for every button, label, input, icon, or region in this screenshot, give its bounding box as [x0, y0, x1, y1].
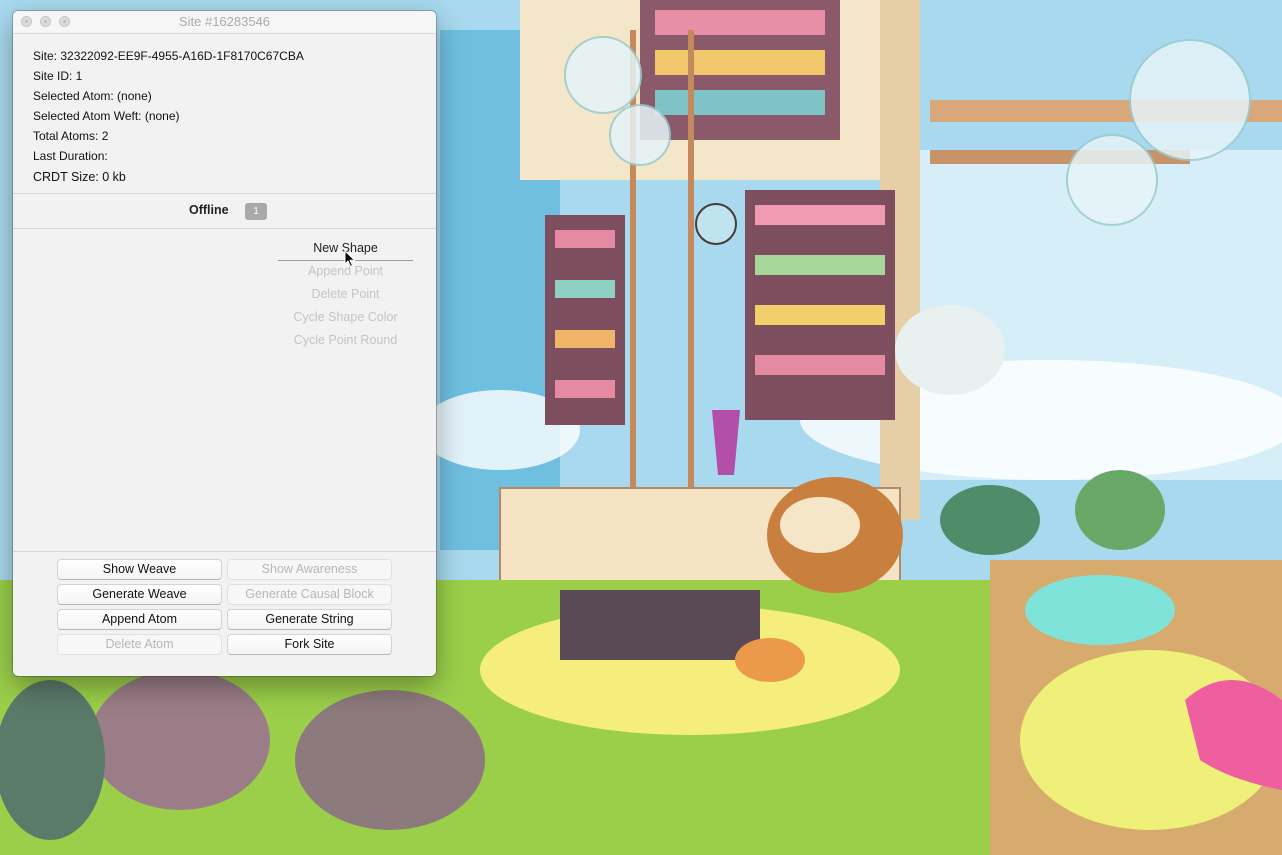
- drawing-canvas[interactable]: New Shape Append Point Delete Point Cycl…: [13, 229, 436, 544]
- last-duration-label: Last Duration:: [33, 149, 108, 163]
- fork-site-button[interactable]: Fork Site: [227, 634, 392, 655]
- generate-causal-block-button[interactable]: Generate Causal Block: [227, 584, 392, 605]
- site-window: Site #16283546 Site: 32322092-EE9F-4955-…: [13, 11, 436, 676]
- append-atom-button[interactable]: Append Atom: [57, 609, 222, 630]
- close-icon[interactable]: [21, 16, 32, 27]
- cycle-point-round-button[interactable]: Cycle Point Round: [278, 330, 413, 353]
- site-id-label: Site ID: 1: [33, 69, 83, 83]
- generate-string-button[interactable]: Generate String: [227, 609, 392, 630]
- title-bar[interactable]: Site #16283546: [13, 11, 436, 34]
- show-awareness-button[interactable]: Show Awareness: [227, 559, 392, 580]
- show-weave-button[interactable]: Show Weave: [57, 559, 222, 580]
- generate-weave-button[interactable]: Generate Weave: [57, 584, 222, 605]
- divider: [13, 551, 436, 552]
- zoom-icon[interactable]: [59, 16, 70, 27]
- arrow-cursor-icon: [344, 250, 356, 268]
- total-atoms-label: Total Atoms: 2: [33, 129, 109, 143]
- delete-atom-button[interactable]: Delete Atom: [57, 634, 222, 655]
- connection-status-row: Offline 1: [13, 194, 436, 228]
- minimize-icon[interactable]: [40, 16, 51, 27]
- site-uuid-label: Site: 32322092-EE9F-4955-A16D-1F8170C67C…: [33, 49, 304, 63]
- window-title: Site #16283546: [178, 14, 271, 29]
- window-controls: [21, 16, 70, 27]
- delete-point-button[interactable]: Delete Point: [278, 284, 413, 307]
- site-info-panel: Site: 32322092-EE9F-4955-A16D-1F8170C67C…: [13, 34, 436, 187]
- connection-status: Offline: [189, 203, 229, 217]
- selected-atom-weft-label: Selected Atom Weft: (none): [33, 109, 180, 123]
- cycle-shape-color-button[interactable]: Cycle Shape Color: [278, 307, 413, 330]
- peer-count-badge: 1: [245, 203, 267, 220]
- selected-atom-label: Selected Atom: (none): [33, 89, 152, 103]
- crdt-size-label: CRDT Size: 0 kb: [33, 170, 126, 184]
